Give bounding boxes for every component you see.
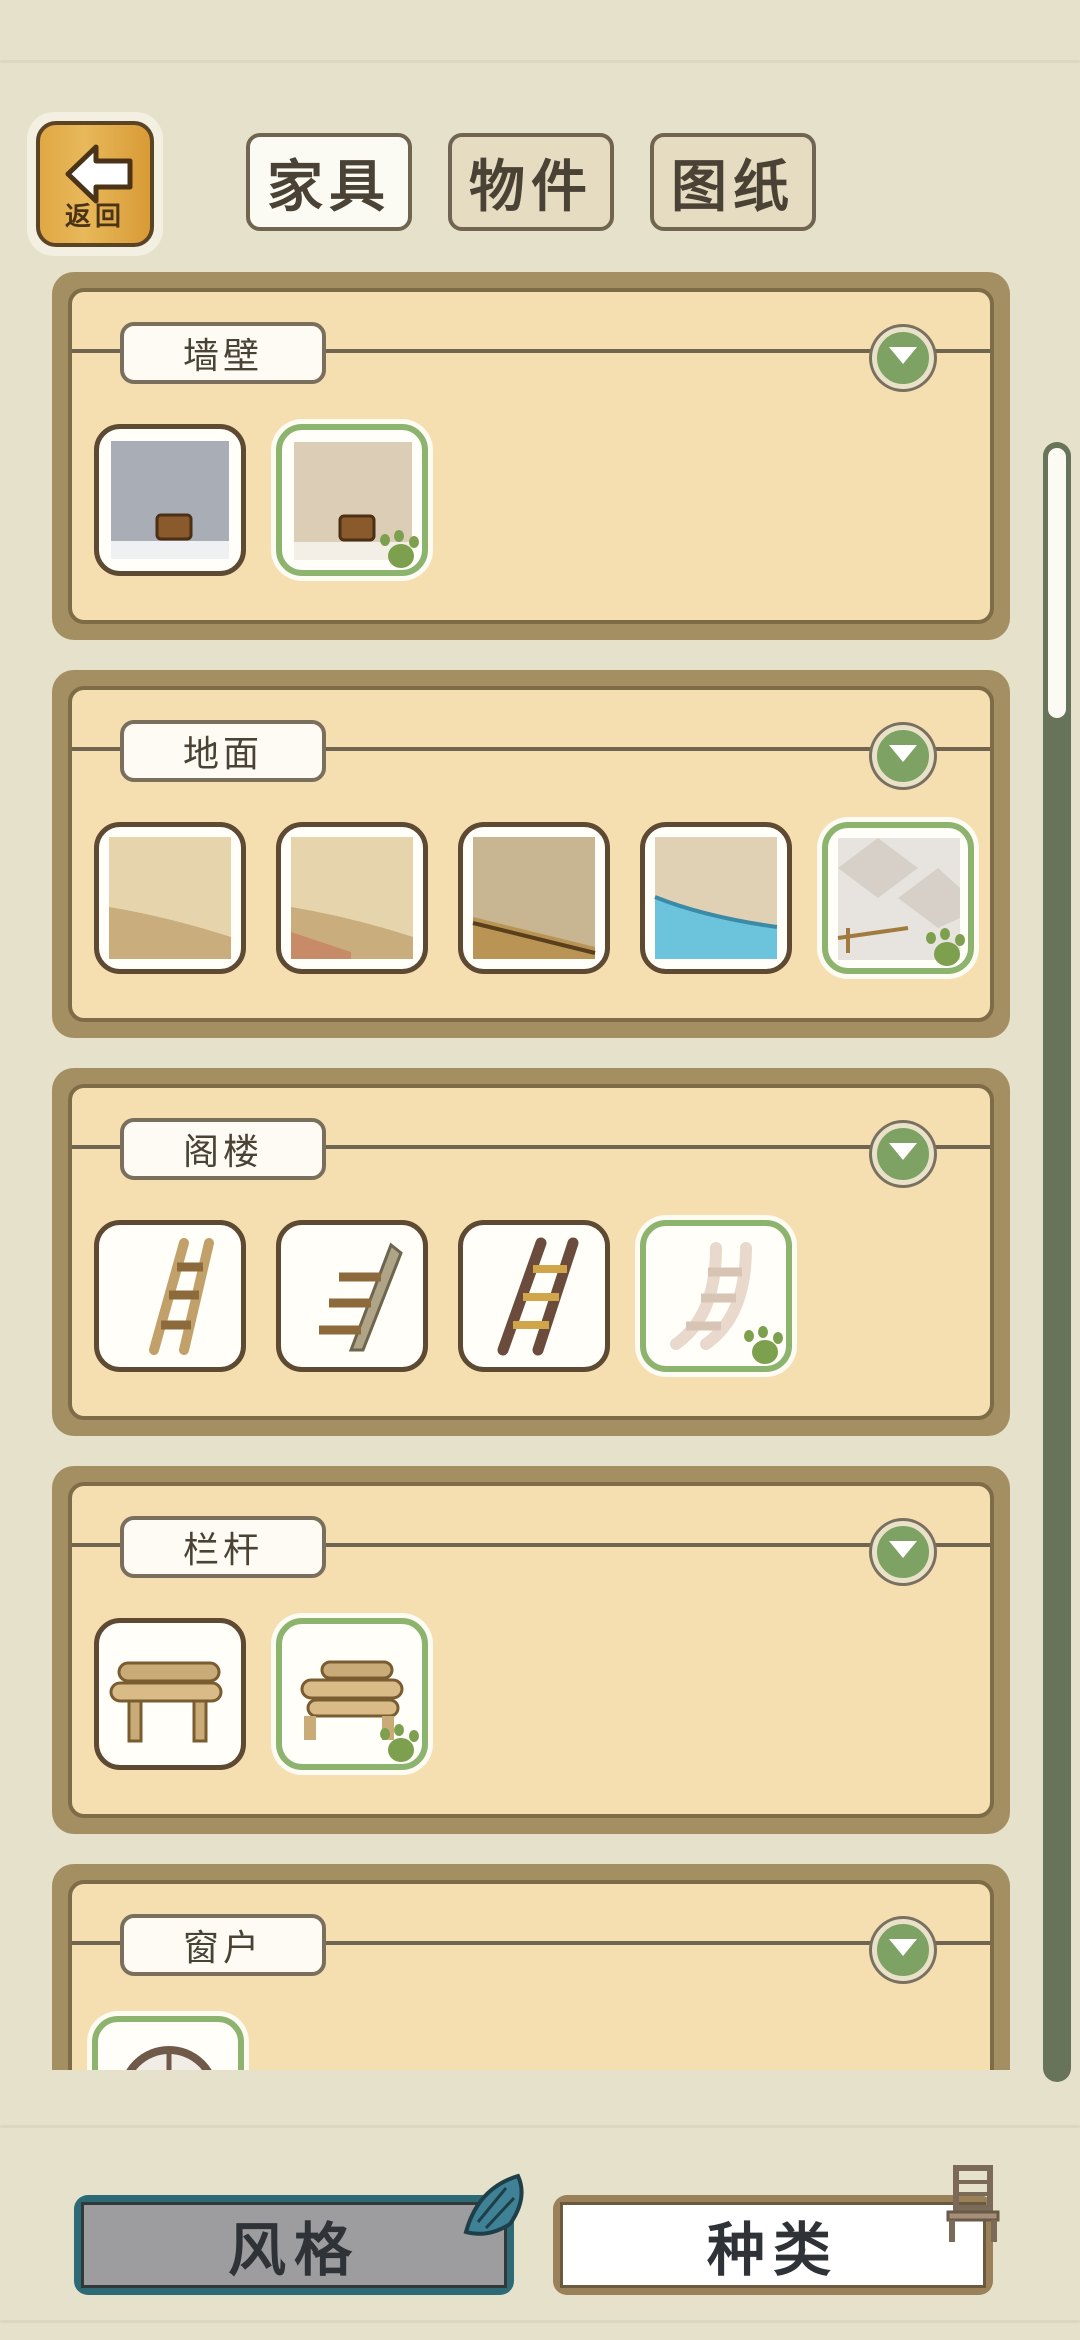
wall-grey-bucket-icon (111, 441, 229, 559)
section-panel: 窗户 (68, 1880, 994, 2070)
item-ladder-dark-wood[interactable] (458, 1220, 610, 1372)
item-floor-dirt-red[interactable] (276, 822, 428, 974)
owned-paw-icon (742, 1326, 786, 1366)
ladder-dark-wood-icon (497, 1237, 579, 1356)
scrollbar-thumb[interactable] (1048, 448, 1066, 718)
section-panel: 地面 (68, 686, 994, 1022)
background-grain (0, 2320, 1080, 2323)
item-wall-beige-bucket[interactable] (276, 424, 428, 576)
floor-water-pool-icon (654, 837, 778, 959)
railing-log-icon (109, 1661, 223, 1743)
item-floor-wood-plank[interactable] (458, 822, 610, 974)
section-panel: 墙壁 (68, 288, 994, 624)
back-button[interactable]: 返回 (30, 115, 160, 253)
section-title: 地面 (120, 720, 326, 782)
item-wall-grey-bucket[interactable] (94, 424, 246, 576)
floor-wood-plank-icon (472, 837, 596, 959)
back-label: 返回 (64, 202, 125, 232)
expand-icon[interactable] (872, 327, 934, 389)
section-walls: 墙壁 (52, 272, 1010, 640)
owned-paw-icon (378, 1724, 422, 1764)
floor-dirt-icon (109, 837, 231, 959)
style-label: 风格 (81, 2202, 507, 2288)
item-floor-water-pool[interactable] (640, 822, 792, 974)
section-floor: 地面 (52, 670, 1010, 1038)
item-window-round-lattice[interactable] (92, 2016, 244, 2070)
scrollbar[interactable] (1043, 442, 1071, 2082)
expand-icon[interactable] (872, 725, 934, 787)
shell-icon (463, 2173, 524, 2236)
background-grain (0, 2125, 1080, 2128)
back-button-face: 返回 (36, 121, 154, 247)
item-ladder-white[interactable] (640, 1220, 792, 1372)
expand-icon[interactable] (872, 1919, 934, 1981)
item-floor-dirt[interactable] (94, 822, 246, 974)
category-list[interactable]: 墙壁 地面 阁楼 栏杆 窗户 (0, 270, 1080, 2070)
item-railing-log[interactable] (94, 1618, 246, 1770)
section-title: 阁楼 (120, 1118, 326, 1180)
item-railing-log-double[interactable] (276, 1618, 428, 1770)
section-title: 墙壁 (120, 322, 326, 384)
chair-icon (946, 2165, 1000, 2242)
owned-paw-icon (378, 530, 422, 570)
expand-icon[interactable] (872, 1123, 934, 1185)
section-railing: 栏杆 (52, 1466, 1010, 1834)
item-stairs-wooden[interactable] (276, 1220, 428, 1372)
stairs-wooden-icon (319, 1242, 403, 1352)
section-panel: 阁楼 (68, 1084, 994, 1420)
section-title: 栏杆 (120, 1516, 326, 1578)
owned-paw-icon (924, 928, 968, 968)
item-ladder-bamboo[interactable] (94, 1220, 246, 1372)
section-window: 窗户 (52, 1864, 1010, 2070)
window-round-lattice-icon (126, 2046, 212, 2070)
section-loft: 阁楼 (52, 1068, 1010, 1436)
floor-dirt-red-icon (291, 837, 413, 959)
tab-blueprints[interactable]: 图纸 (650, 133, 816, 231)
tab-objects[interactable]: 物件 (448, 133, 614, 231)
section-title: 窗户 (120, 1914, 326, 1976)
expand-icon[interactable] (872, 1521, 934, 1583)
style-button[interactable]: 风格 (74, 2195, 514, 2295)
background-grain (0, 60, 1080, 63)
ladder-bamboo-icon (149, 1238, 214, 1355)
item-floor-tile[interactable] (822, 822, 974, 974)
kind-button[interactable]: 种类 (553, 2195, 993, 2295)
section-panel: 栏杆 (68, 1482, 994, 1818)
tab-furniture[interactable]: 家具 (246, 133, 412, 231)
kind-label: 种类 (560, 2202, 986, 2288)
